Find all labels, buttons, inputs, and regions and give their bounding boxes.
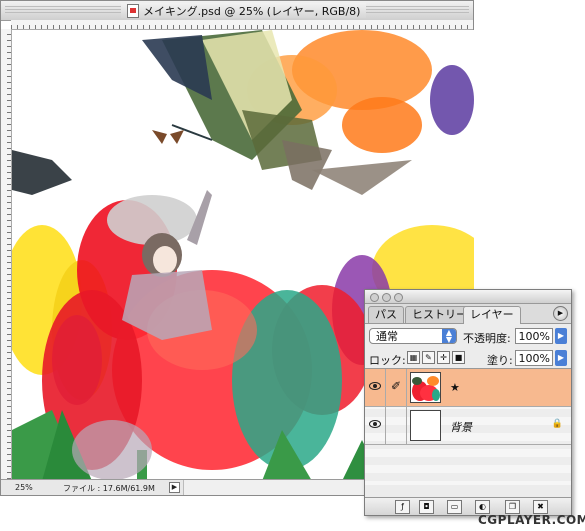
new-group-icon[interactable]: ▭ <box>447 500 462 514</box>
vertical-ruler[interactable] <box>1 29 12 479</box>
layer-thumbnail <box>410 372 441 403</box>
fill-label: 塗り: <box>487 354 513 367</box>
layer-style-icon[interactable]: ƒ <box>395 500 410 514</box>
opacity-input[interactable]: 100% <box>515 328 553 344</box>
opacity-slider-arrow-icon[interactable]: ▶ <box>555 328 567 344</box>
lock-icon: 🔒 <box>551 419 563 429</box>
layer-name: 背景 <box>450 421 472 434</box>
lock-pixels-icon[interactable]: ✎ <box>422 351 435 364</box>
trash-icon[interactable]: ✖ <box>533 500 548 514</box>
document-title: メイキング.psd @ 25% (レイヤー, RGB/8) <box>143 4 361 18</box>
file-size-info: ファイル : 17.6M/61.9M <box>63 484 155 493</box>
adjustment-layer-icon[interactable]: ◐ <box>475 500 490 514</box>
fill-slider-arrow-icon[interactable]: ▶ <box>555 350 567 366</box>
palette-titlebar[interactable] <box>365 290 571 304</box>
blend-mode-select[interactable]: 通常 ▲ ▼ <box>369 328 457 344</box>
zoom-icon[interactable] <box>394 293 403 302</box>
layer-row-star[interactable]: ✐ ★ <box>365 369 571 407</box>
layer-row-background[interactable]: 背景 🔒 <box>365 407 571 445</box>
palette-menu-icon[interactable]: ▶ <box>553 306 568 321</box>
lock-position-icon[interactable]: ✛ <box>437 351 450 364</box>
layer-name: ★ <box>450 381 460 394</box>
tab-paths[interactable]: パス <box>368 306 404 323</box>
layers-palette: パス ヒストリー レイヤー ▶ 通常 ▲ ▼ 不透明度: 100% ▶ ロック: … <box>364 289 572 516</box>
document-titlebar[interactable]: メイキング.psd @ 25% (レイヤー, RGB/8) <box>1 1 473 21</box>
zoom-level[interactable]: 25% <box>15 483 33 492</box>
horizontal-ruler[interactable] <box>11 20 473 30</box>
fill-input[interactable]: 100% <box>515 350 553 366</box>
brush-icon[interactable]: ✐ <box>391 380 401 392</box>
layer-thumbnail <box>410 410 441 441</box>
new-layer-icon[interactable]: ❐ <box>505 500 520 514</box>
dropdown-arrows-icon: ▲ ▼ <box>442 329 456 344</box>
watermark: CGPLAYER.COM <box>478 513 585 527</box>
status-menu-arrow-icon[interactable]: ▶ <box>169 482 180 493</box>
visibility-eye-icon[interactable] <box>369 420 381 428</box>
layers-list: ✐ ★ 背景 🔒 <box>365 369 571 485</box>
lock-label: ロック: <box>369 354 406 367</box>
add-mask-icon[interactable]: ◘ <box>419 500 434 514</box>
minimize-icon[interactable] <box>382 293 391 302</box>
palette-tabs: パス ヒストリー レイヤー ▶ <box>365 304 571 324</box>
blend-mode-value: 通常 <box>376 330 398 343</box>
psd-file-icon <box>127 3 139 18</box>
lock-transparency-icon[interactable]: ▦ <box>407 351 420 364</box>
close-icon[interactable] <box>370 293 379 302</box>
lock-all-icon[interactable]: ■ <box>452 351 465 364</box>
opacity-label: 不透明度: <box>463 332 511 345</box>
visibility-eye-icon[interactable] <box>369 382 381 390</box>
tab-layers[interactable]: レイヤー <box>463 306 521 324</box>
